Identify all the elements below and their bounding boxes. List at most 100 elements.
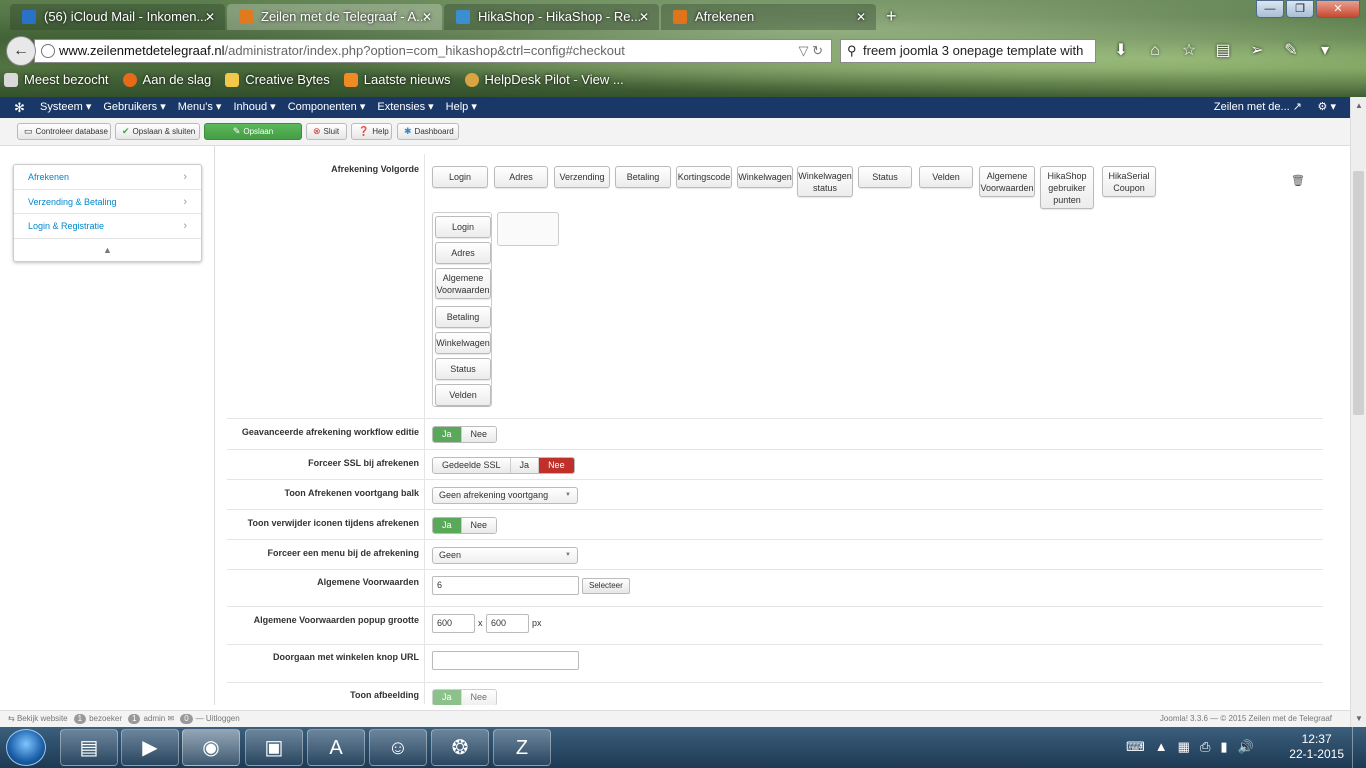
ssl-no[interactable]: Nee xyxy=(538,458,574,473)
popup-height-input[interactable]: 600 xyxy=(486,614,529,633)
selected-adres[interactable]: Adres xyxy=(435,242,491,264)
available-status[interactable]: Status xyxy=(858,166,912,188)
close-tab-icon[interactable]: ✕ xyxy=(422,4,432,30)
show-image-no[interactable]: Nee xyxy=(460,690,497,705)
browser-tab-hikashop[interactable]: HikaShop - HikaShop - Re... ✕ xyxy=(444,4,659,30)
scroll-up-icon[interactable]: ▲ xyxy=(1351,101,1366,110)
browser-tab-afrekenen[interactable]: Afrekenen ✕ xyxy=(661,4,876,30)
available-velden[interactable]: Velden xyxy=(919,166,973,188)
selected-login[interactable]: Login xyxy=(435,216,491,238)
explorer-icon[interactable]: ▤ xyxy=(60,729,118,766)
home-icon[interactable]: ⌂ xyxy=(1138,40,1172,62)
available-verzending[interactable]: Verzending xyxy=(554,166,610,188)
delete-icons-no[interactable]: Nee xyxy=(460,518,497,533)
available-login[interactable]: Login xyxy=(432,166,488,188)
minimize-button[interactable]: — xyxy=(1256,0,1284,18)
selected-velden[interactable]: Velden xyxy=(435,384,491,406)
star-icon[interactable]: ☆ xyxy=(1172,40,1206,62)
available-kortingscode[interactable]: Kortingscode xyxy=(676,166,732,188)
page-scrollbar[interactable]: ▲ ▼ xyxy=(1350,97,1366,727)
dropdown-icon[interactable]: ▾ xyxy=(1308,40,1342,62)
extension-icon[interactable]: ✎ xyxy=(1274,40,1308,62)
continue-url-input[interactable] xyxy=(432,651,579,670)
sidenav-item-login[interactable]: Login & Registratie › xyxy=(14,214,201,239)
available-algemene-voorwaarden[interactable]: Algemene Voorwaarden xyxy=(979,166,1035,197)
keyboard-icon[interactable]: ⌨ xyxy=(1126,739,1145,755)
menu-inhoud[interactable]: Inhoud ▾ xyxy=(233,97,275,118)
menu-menus[interactable]: Menu's ▾ xyxy=(178,97,222,118)
signal-icon[interactable]: ▮ xyxy=(1220,739,1227,755)
trash-icon[interactable]: 🗑 xyxy=(1289,172,1307,190)
close-tab-icon[interactable]: ✕ xyxy=(639,4,649,30)
control-panel-icon[interactable]: ▣ xyxy=(245,729,303,766)
scroll-down-icon[interactable]: ▼ xyxy=(1351,714,1366,723)
menu-help[interactable]: Help ▾ xyxy=(446,97,477,118)
back-button[interactable]: ← xyxy=(6,36,36,66)
show-hidden-icon[interactable]: ▲ xyxy=(1155,739,1168,755)
users-icon[interactable]: ☺ xyxy=(369,729,427,766)
show-image-yes[interactable]: Ja xyxy=(433,690,461,705)
progress-select[interactable]: Geen afrekening voortgang xyxy=(432,487,578,504)
browser-tab-icloud[interactable]: (56) iCloud Mail - Inkomen... ✕ xyxy=(10,4,225,30)
logout-link[interactable]: Uitloggen xyxy=(206,711,240,727)
reader-icon[interactable]: ▤ xyxy=(1206,40,1240,62)
printer-icon[interactable]: ⎙ xyxy=(1200,739,1210,755)
menu-componenten[interactable]: Componenten ▾ xyxy=(288,97,366,118)
bookmark-helpdesk[interactable]: HelpDesk Pilot - View ... xyxy=(464,72,624,87)
menu-extensies[interactable]: Extensies ▾ xyxy=(377,97,433,118)
ssl-yes[interactable]: Ja xyxy=(509,458,539,473)
ssl-shared[interactable]: Gedeelde SSL xyxy=(433,458,510,473)
new-tab-button[interactable]: + xyxy=(878,4,897,30)
download-icon[interactable]: ⬇ xyxy=(1104,40,1138,62)
empty-step-zone[interactable] xyxy=(497,212,559,246)
volume-icon[interactable]: 🔊 xyxy=(1238,739,1254,755)
terms-input[interactable]: 6 xyxy=(432,576,579,595)
available-hikaserial-coupon[interactable]: HikaSerial Coupon xyxy=(1102,166,1156,197)
save-close-button[interactable]: ✔ Opslaan & sluiten xyxy=(115,123,200,140)
bookmark-laatste-nieuws[interactable]: Laatste nieuws xyxy=(343,72,451,87)
available-adres[interactable]: Adres xyxy=(494,166,548,188)
close-window-button[interactable]: ✕ xyxy=(1316,0,1360,18)
workflow-no[interactable]: Nee xyxy=(460,427,497,442)
bookmark-meest-bezocht[interactable]: Meest bezocht xyxy=(4,72,109,87)
select-terms-button[interactable]: Selecteer xyxy=(582,578,630,594)
joomla-logo-icon[interactable]: ✻ xyxy=(14,97,25,118)
menu-gebruikers[interactable]: Gebruikers ▾ xyxy=(103,97,165,118)
menu-icon[interactable]: ☰ xyxy=(1362,40,1366,62)
browser-tab-joomla[interactable]: Zeilen met de Telegraaf - A... ✕ xyxy=(227,4,442,30)
sidenav-item-verzending[interactable]: Verzending & Betaling › xyxy=(14,190,201,214)
save-button[interactable]: ✎ Opslaan xyxy=(204,123,302,140)
reload-icon[interactable]: ▽ ↻ xyxy=(798,40,823,62)
site-link[interactable]: Zeilen met de... ↗ xyxy=(1214,97,1302,118)
check-database-button[interactable]: ▭ Controleer database xyxy=(17,123,111,140)
available-hikashop-punten[interactable]: HikaShop gebruiker punten xyxy=(1040,166,1094,209)
bookmark-aan-de-slag[interactable]: Aan de slag xyxy=(122,72,211,87)
available-winkelwagen[interactable]: Winkelwagen xyxy=(737,166,793,188)
view-site-link[interactable]: Bekijk website xyxy=(17,711,68,727)
selected-betaling[interactable]: Betaling xyxy=(435,306,491,328)
gear-icon[interactable]: ⚙ ▾ xyxy=(1318,97,1336,118)
media-player-icon[interactable]: ▶ xyxy=(121,729,179,766)
send-icon[interactable]: ➢ xyxy=(1240,40,1274,62)
selected-status[interactable]: Status xyxy=(435,358,491,380)
clock[interactable]: 12:37 22-1-2015 xyxy=(1289,732,1344,762)
force-menu-select[interactable]: Geen xyxy=(432,547,578,564)
start-button[interactable] xyxy=(6,729,46,766)
show-desktop-button[interactable] xyxy=(1352,727,1366,768)
filezilla-icon[interactable]: Z xyxy=(493,729,551,766)
close-tab-icon[interactable]: ✕ xyxy=(856,4,866,30)
delete-icons-yes[interactable]: Ja xyxy=(433,518,461,533)
scroll-top-icon[interactable]: ▲ xyxy=(14,239,201,261)
available-winkelwagen-status[interactable]: Winkelwagen status xyxy=(797,166,853,197)
network-app-icon[interactable]: ▦ xyxy=(1178,739,1190,755)
available-betaling[interactable]: Betaling xyxy=(615,166,671,188)
close-tab-icon[interactable]: ✕ xyxy=(205,4,215,30)
firefox-taskbar-icon[interactable]: ◉ xyxy=(182,729,240,766)
maximize-button[interactable]: ❐ xyxy=(1286,0,1314,18)
url-bar[interactable]: www.zeilenmetdetelegraaf.nl/administrato… xyxy=(34,39,832,63)
scrollbar-thumb[interactable] xyxy=(1353,171,1364,415)
menu-systeem[interactable]: Systeem ▾ xyxy=(40,97,91,118)
sidenav-item-afrekenen[interactable]: Afrekenen › xyxy=(14,165,201,190)
bookmark-creative-bytes[interactable]: Creative Bytes xyxy=(225,72,330,87)
app-a-icon[interactable]: A xyxy=(307,729,365,766)
